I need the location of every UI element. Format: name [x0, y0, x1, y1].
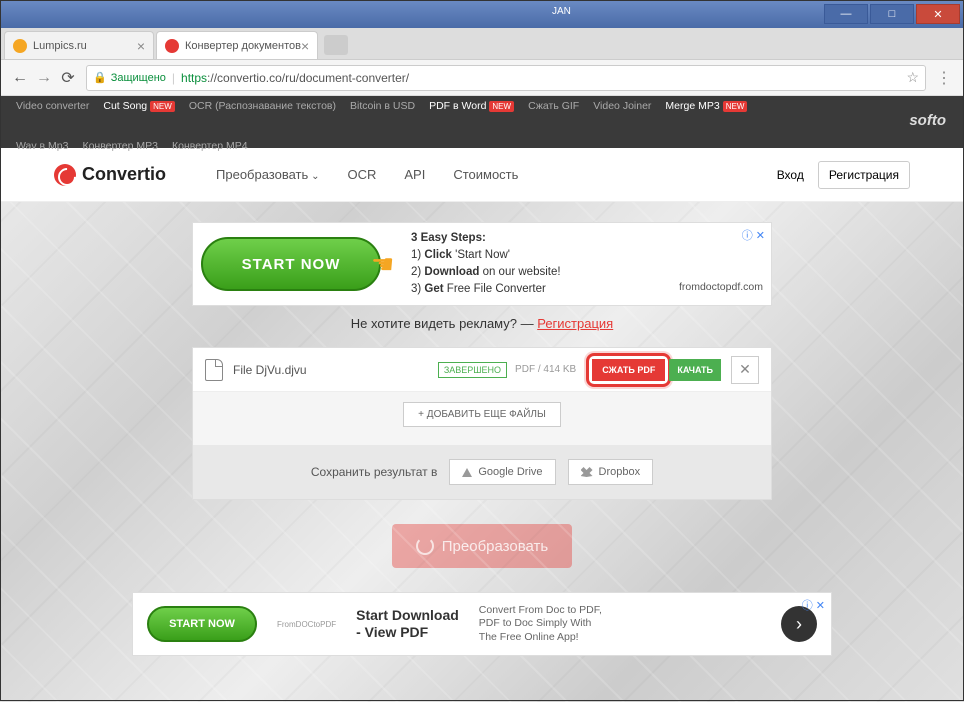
ad-text: 3 Easy Steps: 1) Click 'Start Now' 2) Do… [411, 230, 561, 299]
ad-startnow-button[interactable]: START NOW [147, 606, 257, 642]
adchoices-icon[interactable]: ⓘ ✕ [742, 227, 765, 243]
cursor-icon: ☚ [371, 249, 401, 279]
save-to-label: Сохранить результат в [311, 465, 437, 479]
ad-banner-top[interactable]: ⓘ ✕ START NOW ☚ 3 Easy Steps: 1) Click '… [192, 222, 772, 306]
toolbar-link[interactable]: Video converter [16, 100, 89, 112]
add-more-row: ДОБАВИТЬ ЕЩЕ ФАЙЛЫ [193, 392, 771, 437]
secure-label: Защищено [111, 72, 166, 84]
dropbox-icon [581, 467, 593, 477]
toolbar-link[interactable]: Конвертер MP3 [82, 140, 158, 152]
google-drive-button[interactable]: Google Drive [449, 459, 555, 485]
toolbar-link[interactable]: Cut SongNEW [103, 100, 174, 112]
auth-controls: Вход Регистрация [777, 161, 910, 189]
ad-banner-bottom[interactable]: ⓘ ✕ START NOW FromDOCtoPDF Start Downloa… [132, 592, 832, 656]
lock-icon: 🔒 [93, 71, 107, 84]
convertio-logo[interactable]: Convertio [54, 164, 166, 186]
back-button[interactable]: ← [8, 66, 32, 90]
status-badge: ЗАВЕРШЕНО [438, 362, 507, 378]
url-input[interactable]: 🔒 Защищено | https ://convertio.co/ru/do… [86, 65, 926, 91]
main-content: ⓘ ✕ START NOW ☚ 3 Easy Steps: 1) Click '… [0, 202, 964, 702]
toolbar-link[interactable]: Video Joiner [593, 100, 651, 112]
url-path: ://convertio.co/ru/document-converter/ [207, 71, 409, 85]
ad-title: Start Download- View PDF [356, 607, 459, 641]
login-link[interactable]: Вход [777, 168, 804, 182]
no-ads-prompt: Не хотите видеть рекламу? — Регистрация [0, 316, 964, 331]
nav-pricing[interactable]: Стоимость [453, 167, 518, 182]
download-button[interactable]: КАЧАТЬ [669, 359, 721, 381]
forward-button[interactable]: → [32, 66, 56, 90]
nav-api[interactable]: API [404, 167, 425, 182]
window-maximize[interactable]: □ [870, 4, 914, 24]
toolbar-link[interactable]: Merge MP3NEW [665, 100, 747, 112]
site-toolbar: Video converter Cut SongNEW OCR (Распозн… [0, 96, 964, 148]
new-tab-button[interactable] [324, 35, 348, 55]
window-titlebar: JAN — □ ✕ [0, 0, 964, 28]
url-protocol: https [181, 71, 207, 85]
adchoices-icon[interactable]: ⓘ ✕ [802, 597, 825, 613]
logo-icon [54, 164, 76, 186]
browser-tabstrip: Lumpics.ru × Конвертер документов × [0, 28, 964, 60]
compress-pdf-button[interactable]: СЖАТЬ PDF [592, 359, 665, 381]
remove-file-button[interactable]: ✕ [731, 356, 759, 384]
file-panel: File DjVu.djvu ЗАВЕРШЕНО PDF / 414 KB СЖ… [192, 347, 772, 500]
window-close[interactable]: ✕ [916, 4, 960, 24]
window-minimize[interactable]: — [824, 4, 868, 24]
tab-title: Конвертер документов [185, 40, 301, 52]
bookmark-icon[interactable]: ☆ [906, 69, 919, 86]
register-button[interactable]: Регистрация [818, 161, 910, 189]
new-badge: NEW [150, 101, 175, 112]
save-to-row: Сохранить результат в Google Drive Dropb… [193, 445, 771, 499]
toolbar-link[interactable]: Конвертер MP4 [172, 140, 248, 152]
gdrive-icon [462, 468, 472, 477]
nav-convert[interactable]: Преобразовать [216, 167, 319, 182]
tab-lumpics[interactable]: Lumpics.ru × [4, 31, 154, 59]
new-badge: NEW [489, 101, 514, 112]
file-meta: PDF / 414 KB [515, 364, 576, 375]
favicon-icon [13, 39, 27, 53]
toolbar-link[interactable]: Wav в Mp3 [16, 140, 68, 152]
file-icon [205, 359, 223, 381]
toolbar-link[interactable]: Bitcoin в USD [350, 100, 415, 112]
highlight-frame: СЖАТЬ PDF [586, 353, 671, 387]
register-link[interactable]: Регистрация [537, 316, 613, 331]
reload-button[interactable]: ⟳ [56, 66, 80, 90]
ad-description: Convert From Doc to PDF,PDF to Doc Simpl… [479, 604, 602, 645]
add-more-files-button[interactable]: ДОБАВИТЬ ЕЩЕ ФАЙЛЫ [403, 402, 561, 427]
ad-mini-logo: FromDOCtoPDF [277, 620, 336, 629]
ad-startnow-button[interactable]: START NOW [201, 237, 381, 291]
ad-domain: fromdoctopdf.com [679, 281, 763, 293]
close-icon[interactable]: × [301, 38, 309, 54]
address-bar: ← → ⟳ 🔒 Защищено | https ://convertio.co… [0, 60, 964, 96]
file-name: File DjVu.djvu [233, 363, 307, 377]
browser-menu[interactable]: ⋮ [932, 68, 956, 88]
toolbar-link[interactable]: Сжать GIF [528, 100, 579, 112]
close-icon[interactable]: × [137, 38, 145, 54]
site-header: Convertio Преобразовать OCR API Стоимост… [0, 148, 964, 202]
softo-logo: softo [909, 112, 946, 129]
tab-title: Lumpics.ru [33, 40, 87, 52]
new-badge: NEW [723, 101, 748, 112]
nav-ocr[interactable]: OCR [347, 167, 376, 182]
window-label: JAN [552, 6, 571, 17]
file-row: File DjVu.djvu ЗАВЕРШЕНО PDF / 414 KB СЖ… [193, 348, 771, 392]
main-nav: Преобразовать OCR API Стоимость [216, 167, 518, 182]
dropbox-button[interactable]: Dropbox [568, 459, 654, 485]
favicon-icon [165, 39, 179, 53]
toolbar-link[interactable]: OCR (Распознавание текстов) [189, 100, 336, 112]
tab-convertio[interactable]: Конвертер документов × [156, 31, 318, 59]
toolbar-link[interactable]: PDF в WordNEW [429, 100, 514, 112]
